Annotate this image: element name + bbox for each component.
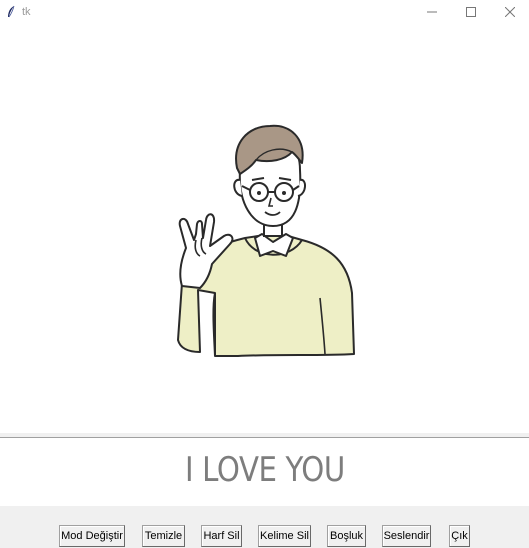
maximize-icon <box>465 6 476 17</box>
close-button[interactable] <box>490 0 529 23</box>
mode-change-button[interactable]: Mod Değiştir <box>59 525 125 547</box>
title-bar[interactable]: tk <box>0 0 529 23</box>
delete-letter-button[interactable]: Harf Sil <box>201 525 242 547</box>
minimize-button[interactable] <box>412 0 451 23</box>
space-button[interactable]: Boşluk <box>327 525 366 547</box>
image-canvas <box>0 23 529 433</box>
exit-button[interactable]: Çık <box>449 525 470 547</box>
window-title: tk <box>22 5 31 18</box>
minimize-icon <box>426 11 437 12</box>
delete-word-button[interactable]: Kelime Sil <box>258 525 311 547</box>
recognized-text: I LOVE YOU <box>184 450 345 490</box>
feather-icon <box>1 0 21 23</box>
clear-button[interactable]: Temizle <box>142 525 185 547</box>
output-panel: I LOVE YOU <box>0 438 529 506</box>
maximize-button[interactable] <box>451 0 490 23</box>
button-bar: Mod Değiştir Temizle Harf Sil Kelime Sil… <box>0 506 529 548</box>
speak-button[interactable]: Seslendir <box>382 525 431 547</box>
sign-language-illustration <box>177 124 355 357</box>
close-icon <box>504 6 515 17</box>
